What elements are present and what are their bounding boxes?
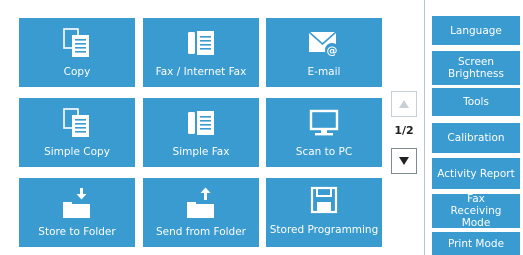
copy-icon	[19, 107, 135, 139]
sidebar-item-label: Activity Report	[437, 167, 515, 180]
stored-programming-button[interactable]: Stored Programming	[266, 178, 382, 247]
sidebar-item-label: Calibration	[447, 132, 505, 144]
copy-button[interactable]: Copy	[19, 18, 135, 87]
page-indicator: 1/2	[394, 124, 414, 137]
pc-monitor-icon	[266, 107, 382, 139]
sidebar-item-label: Tools	[463, 96, 489, 108]
arrow-up-icon	[399, 100, 409, 108]
scan-to-pc-button[interactable]: Scan to PC	[266, 98, 382, 167]
tile-label: Fax / Internet Fax	[155, 66, 247, 78]
sidebar-item-label: Fax Receiving Mode	[450, 193, 502, 229]
svg-text:@: @	[327, 44, 338, 57]
send-folder-icon	[143, 187, 259, 219]
main-panel: Copy Fax / Internet Fax @ E-mail Simple …	[0, 0, 425, 255]
store-to-folder-button[interactable]: Store to Folder	[19, 178, 135, 247]
tile-label: Simple Fax	[172, 146, 230, 158]
print-mode-button[interactable]: Print Mode	[432, 232, 520, 255]
send-from-folder-button[interactable]: Send from Folder	[143, 178, 259, 247]
tile-label: Send from Folder	[155, 226, 246, 238]
sidebar-item-label: Language	[450, 24, 502, 37]
tools-button[interactable]: Tools	[432, 88, 520, 116]
tile-label: Stored Programming	[269, 224, 379, 236]
store-folder-icon	[19, 187, 135, 219]
tile-label: Copy	[63, 66, 91, 78]
fax-receiving-mode-button[interactable]: Fax Receiving Mode	[432, 193, 520, 229]
sidebar-item-label: Screen Brightness	[448, 56, 504, 80]
tile-label: Simple Copy	[44, 146, 110, 158]
language-button[interactable]: Language	[432, 16, 520, 45]
simple-copy-button[interactable]: Simple Copy	[19, 98, 135, 167]
fax-internet-fax-button[interactable]: Fax / Internet Fax	[143, 18, 259, 87]
fax-icon	[143, 27, 259, 59]
copy-icon	[19, 27, 135, 59]
email-button[interactable]: @ E-mail	[266, 18, 382, 87]
sidebar-item-label: Print Mode	[447, 237, 505, 250]
calibration-button[interactable]: Calibration	[432, 123, 520, 153]
simple-fax-button[interactable]: Simple Fax	[143, 98, 259, 167]
page-up-button[interactable]	[391, 91, 417, 117]
tile-label: Scan to PC	[295, 146, 353, 158]
page-down-button[interactable]	[391, 148, 417, 174]
email-icon: @	[266, 27, 382, 59]
activity-report-button[interactable]: Activity Report	[432, 158, 520, 189]
screen-brightness-button[interactable]: Screen Brightness	[432, 51, 520, 85]
fax-icon	[143, 107, 259, 139]
arrow-down-icon	[399, 157, 409, 165]
tile-label: E-mail	[307, 66, 341, 78]
floppy-disk-icon	[266, 184, 382, 216]
tile-label: Store to Folder	[38, 226, 116, 238]
